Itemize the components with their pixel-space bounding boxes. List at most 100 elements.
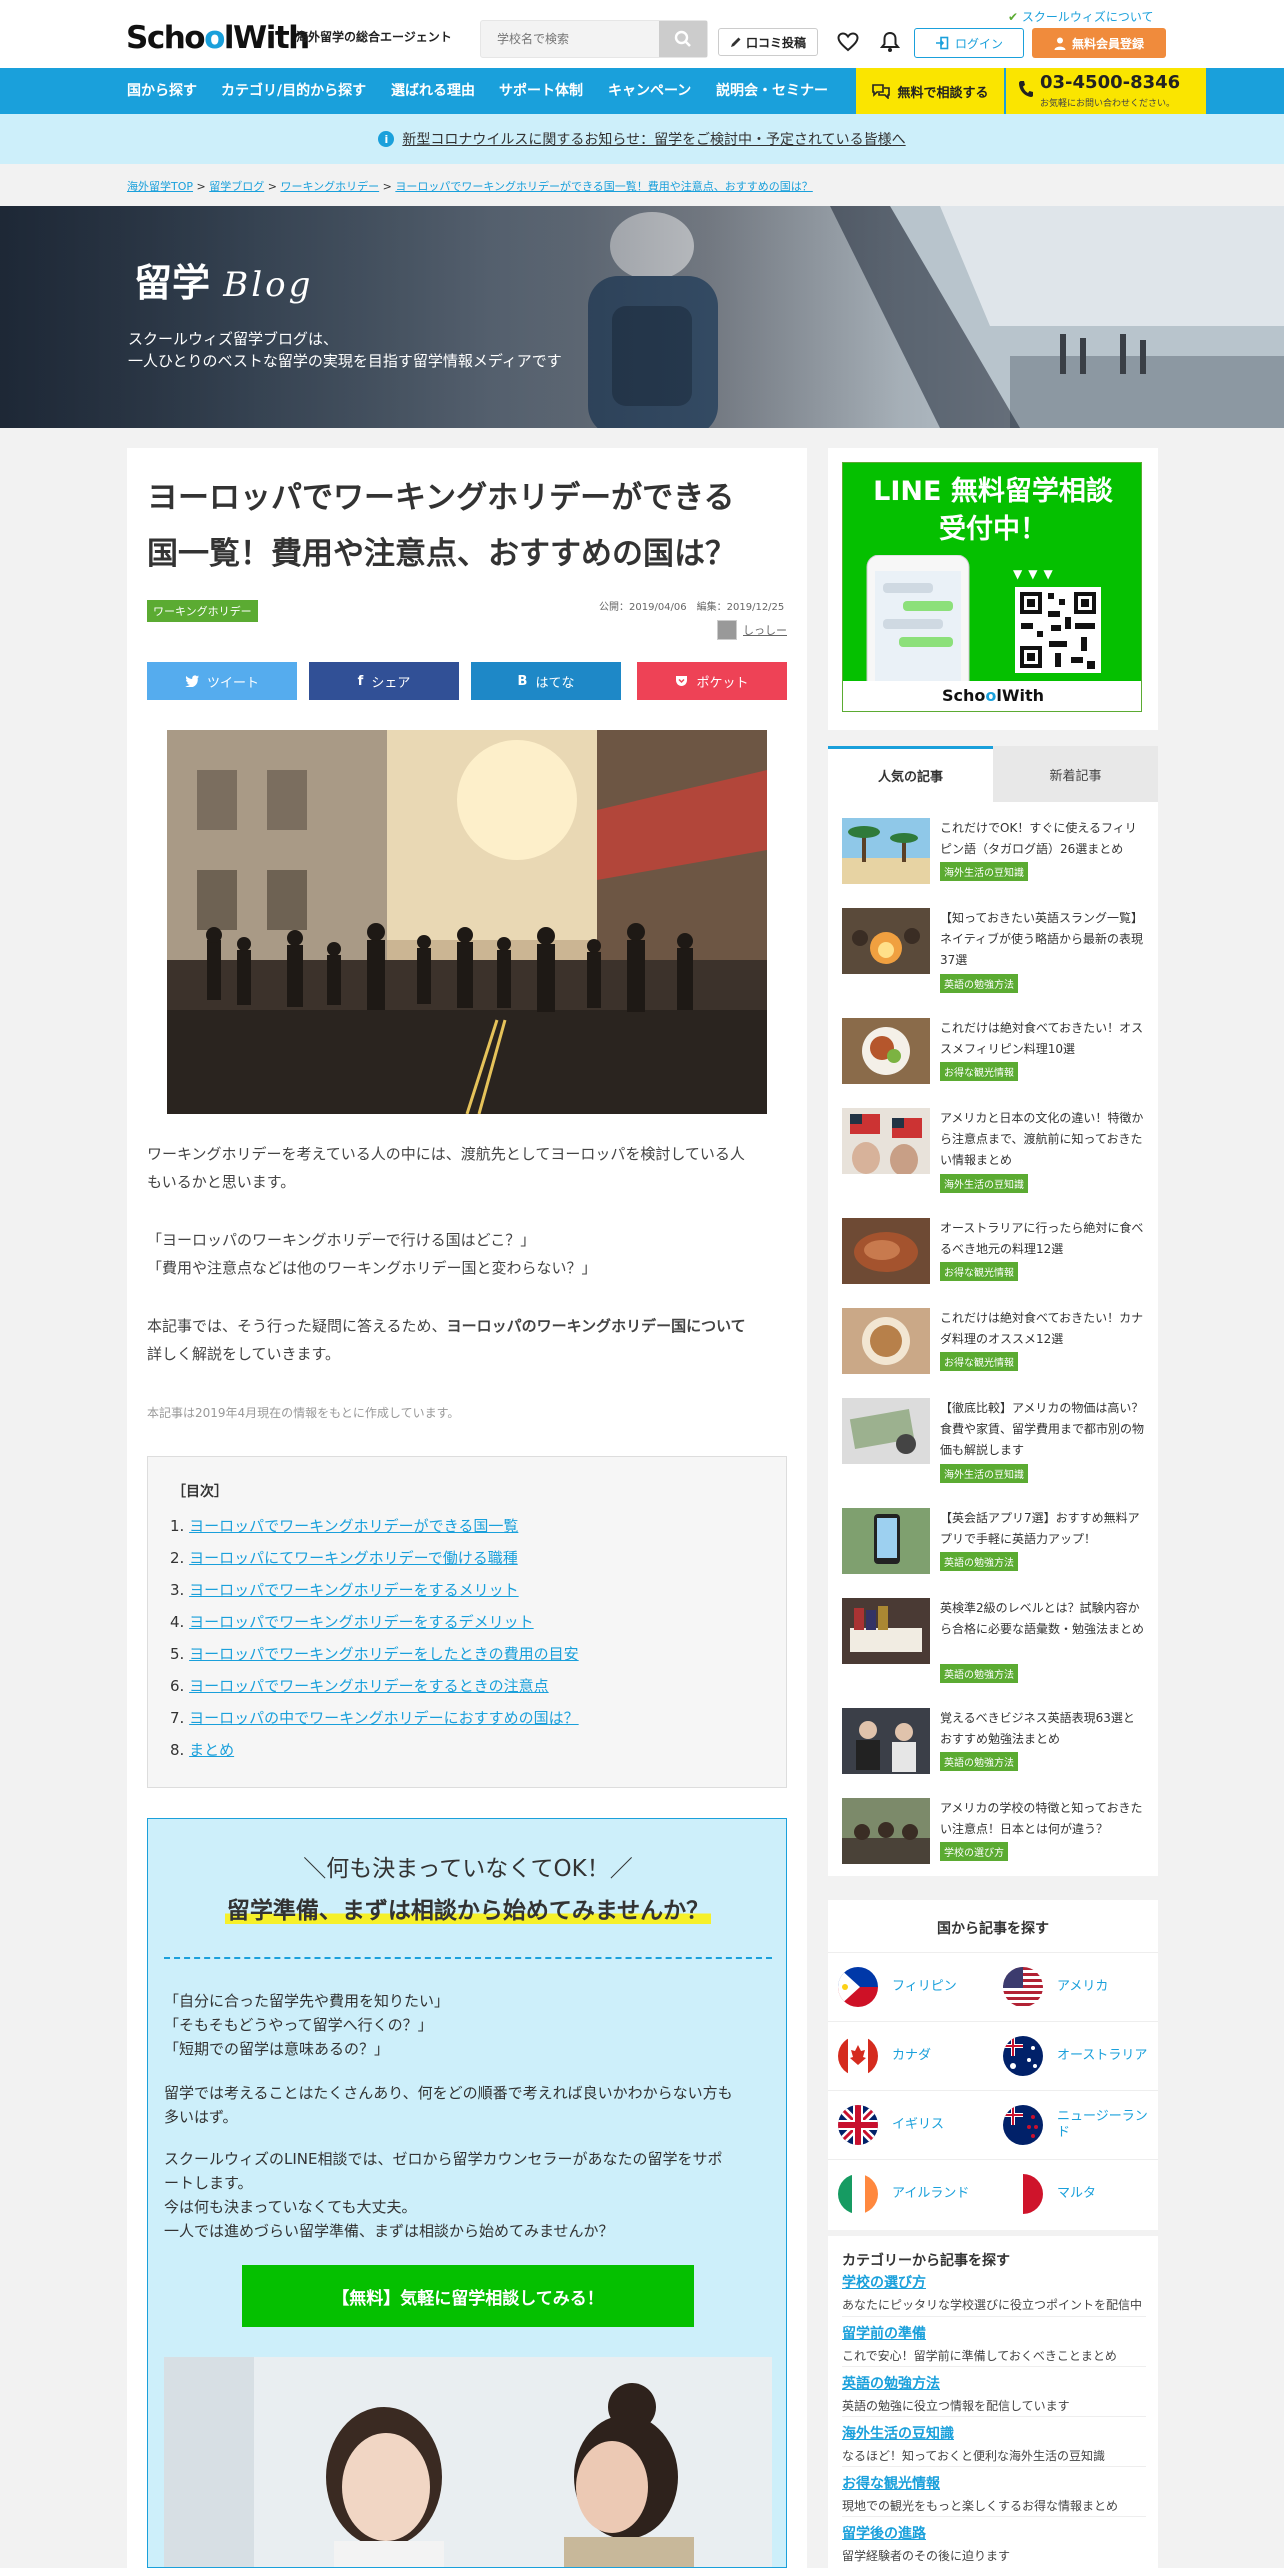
- login-icon: [935, 36, 949, 50]
- ranking-item[interactable]: 【英会話アプリ7選】おすすめ無料アプリで手軽に英語力アップ！ 英語の勉強方法: [842, 1508, 1146, 1586]
- school-search-input[interactable]: [481, 21, 661, 57]
- australia-flag-icon: [1003, 2035, 1043, 2076]
- breadcrumb-top[interactable]: 海外留学TOP: [127, 180, 193, 193]
- toc-item[interactable]: 8. まとめ: [170, 1739, 234, 1760]
- ranking-item[interactable]: 【知っておきたい英語スラング一覧】ネイティブが使う略語から最新の表現37選 英語…: [842, 908, 1146, 993]
- free-consult-button[interactable]: 【無料】気軽に留学相談してみる！: [242, 2265, 694, 2327]
- toc-item[interactable]: 4. ヨーロッパでワーキングホリデーをするデメリット: [170, 1611, 534, 1632]
- nav-item-reasons[interactable]: 選ばれる理由: [391, 68, 475, 114]
- country-philippines[interactable]: フィリピン: [828, 1952, 993, 2020]
- login-button[interactable]: ログイン: [914, 28, 1024, 58]
- nav-item-country[interactable]: 国から探す: [127, 68, 197, 114]
- ranking-item[interactable]: これだけは絶対食べておきたい！オススメフィリピン料理10選 お得な観光情報: [842, 1018, 1146, 1096]
- intro-summary: 本記事では、そう行った疑問に答えるため、ヨーロッパのワーキングホリデー国について…: [147, 1317, 746, 1363]
- country-canada[interactable]: カナダ: [828, 2021, 993, 2089]
- country-usa[interactable]: アメリカ: [993, 1952, 1158, 2020]
- register-button[interactable]: 無料会員登録: [1032, 28, 1166, 58]
- consult-button[interactable]: 無料で相談する: [856, 68, 1004, 114]
- search-button[interactable]: [659, 21, 707, 57]
- country-australia[interactable]: オーストラリア: [993, 2021, 1158, 2089]
- article-author[interactable]: しっしー: [717, 620, 787, 640]
- nav-item-category[interactable]: カテゴリ/目的から探す: [221, 68, 366, 114]
- phone-contact[interactable]: 03-4500-8346 お気軽にお問い合わせください。: [1006, 68, 1206, 114]
- country-new-zealand[interactable]: ニュージーランド: [993, 2090, 1158, 2158]
- category-item[interactable]: 学校の選び方 あなたにピッタリな学校選びに役立つポイントを配信中: [842, 2266, 1146, 2313]
- toc-item[interactable]: 7. ヨーロッパの中でワーキングホリデーにおすすめの国は？: [170, 1707, 579, 1728]
- search-icon: [674, 30, 691, 47]
- us-flag-people-thumbnail: [842, 1108, 930, 1174]
- counselor-image: [164, 2357, 772, 2567]
- phone-icon: [1019, 81, 1033, 97]
- toc-item[interactable]: 6. ヨーロッパでワーキングホリデーをするときの注意点: [170, 1675, 549, 1696]
- category-item[interactable]: 海外生活の豆知識 なるほど！知っておくと便利な海外生活の豆知識: [842, 2416, 1146, 2464]
- site-logo[interactable]: SchoolWith: [126, 20, 310, 56]
- business-meeting-thumbnail: [842, 1708, 930, 1774]
- pocket-share-button[interactable]: ポケット: [637, 662, 787, 700]
- toc-item[interactable]: 3. ヨーロッパでワーキングホリデーをするメリット: [170, 1579, 519, 1600]
- category-item[interactable]: お得な観光情報 現地での観光をもっと楽しくするお得な情報まとめ: [842, 2466, 1146, 2514]
- article-title: ヨーロッパでワーキングホリデーができる 国一覧！費用や注意点、おすすめの国は？: [147, 480, 736, 572]
- twitter-share-button[interactable]: ツイート: [147, 662, 297, 700]
- campfire-thumbnail: [842, 908, 930, 974]
- nav-item-campaign[interactable]: キャンペーン: [608, 68, 691, 114]
- ranking-item[interactable]: 覚えるべきビジネス英語表現63選とおすすめ勉強法まとめ 英語の勉強方法: [842, 1708, 1146, 1786]
- ranking-item[interactable]: オーストラリアに行ったら絶対に食べるべき地元の料理12選 お得な観光情報: [842, 1218, 1146, 1296]
- phone-number: 03-4500-8346: [1040, 72, 1181, 93]
- country-ireland[interactable]: アイルランド: [828, 2159, 993, 2227]
- check-icon: ✔: [1008, 10, 1022, 24]
- breadcrumb-blog[interactable]: 留学ブログ: [209, 180, 264, 193]
- category-item[interactable]: 英語の勉強方法 英語の勉強に役立つ情報を配信しています: [842, 2366, 1146, 2414]
- toc-item[interactable]: 5. ヨーロッパでワーキングホリデーをしたときの費用の目安: [170, 1643, 579, 1664]
- smartphone-thumbnail: [842, 1508, 930, 1574]
- steak-thumbnail: [842, 1218, 930, 1284]
- hatena-share-button[interactable]: B はてな: [471, 662, 621, 700]
- review-post-button[interactable]: 口コミ投稿: [718, 28, 818, 56]
- hatena-icon: B: [517, 673, 528, 689]
- tab-popular[interactable]: 人気の記事: [828, 746, 993, 802]
- article-dates: 公開：2019/04/06 編集：2019/12/25: [599, 602, 785, 613]
- about-link[interactable]: ✔ スクールウィズについて: [1008, 8, 1154, 25]
- favorite-button[interactable]: [836, 30, 860, 54]
- covid-notice-link[interactable]: 新型コロナウイルスに関するお知らせ：留学をご検討中・予定されている皆様へ: [402, 129, 905, 149]
- bell-icon: [880, 31, 900, 52]
- city-street-photo: [167, 730, 767, 1114]
- qr-code-icon: [1015, 587, 1101, 673]
- breadcrumb-category[interactable]: ワーキングホリデー: [280, 180, 379, 193]
- nav-item-support[interactable]: サポート体制: [499, 68, 583, 114]
- ranking-item[interactable]: 英検準2級のレベルとは？試験内容から合格に必要な語彙数・勉強法まとめ 英語の勉強…: [842, 1598, 1146, 1683]
- twitter-icon: [185, 675, 199, 687]
- toc-item[interactable]: 1. ヨーロッパでワーキングホリデーができる国一覧: [170, 1515, 518, 1536]
- line-consult-banner[interactable]: LINE 無料留学相談 受付中！ ▼▼▼ SchoolWith: [828, 448, 1158, 730]
- article-card: ヨーロッパでワーキングホリデーができる 国一覧！費用や注意点、おすすめの国は？ …: [127, 448, 807, 2568]
- article-ranking-panel: 人気の記事 新着記事 これだけでOK！すぐに使えるフィリピン語（タガログ語）26…: [828, 746, 1158, 1876]
- ranking-item[interactable]: 【徹底比較】アメリカの物価は高い？食費や家賃、留学費用まで都市別の物価も解説しま…: [842, 1398, 1146, 1483]
- tab-new[interactable]: 新着記事: [993, 746, 1158, 802]
- ranking-item[interactable]: これだけでOK！すぐに使えるフィリピン語（タガログ語）26選まとめ 海外生活の豆…: [842, 818, 1146, 896]
- counselor-photo: [164, 2357, 772, 2567]
- books-thumbnail: [842, 1598, 930, 1664]
- article-category-tag[interactable]: ワーキングホリデー: [147, 600, 258, 622]
- site-tagline: 海外留学の総合エージェント: [296, 30, 452, 44]
- breadcrumb-current[interactable]: ヨーロッパでワーキングホリデーができる国一覧！費用や注意点、おすすめの国は？: [395, 180, 812, 193]
- ranking-item[interactable]: アメリカと日本の文化の違い！特徴から注意点まで、渡航前に知っておきたい情報まとめ…: [842, 1108, 1146, 1193]
- ranking-item[interactable]: アメリカの学校の特徴と知っておきたい注意点！日本とは何が違う？ 学校の選び方: [842, 1798, 1146, 1876]
- facebook-share-button[interactable]: f シェア: [309, 662, 459, 700]
- line-banner-logo: SchoolWith: [843, 681, 1141, 711]
- category-item[interactable]: 留学後の進路 留学経験者のその後に迫ります: [842, 2516, 1146, 2564]
- cta-paragraph-1: 留学では考えることはたくさんあり、何をどの順番で考えれば良いかわからない方も 多…: [164, 2084, 733, 2126]
- uk-flag-icon: [838, 2104, 878, 2145]
- nav-item-seminar[interactable]: 説明会・セミナー: [716, 68, 828, 114]
- ranking-item[interactable]: これだけは絶対食べておきたい！カナダ料理のオススメ12選 お得な観光情報: [842, 1308, 1146, 1386]
- blog-hero-title: 留学 Blog: [134, 261, 314, 305]
- country-malta[interactable]: マルタ: [993, 2159, 1158, 2227]
- country-uk[interactable]: イギリス: [828, 2090, 993, 2158]
- notification-button[interactable]: [878, 30, 902, 54]
- beach-thumbnail: [842, 818, 930, 884]
- pocket-icon: [676, 676, 688, 686]
- cta-paragraph-2: スクールウィズのLINE相談では、ゼロから留学カウンセラーがあなたの留学をサポ …: [164, 2150, 723, 2240]
- breadcrumb: 海外留学TOP > 留学ブログ > ワーキングホリデー > ヨーロッパでワーキン…: [127, 180, 813, 193]
- toc-item[interactable]: 2. ヨーロッパにてワーキングホリデーで働ける職種: [170, 1547, 518, 1568]
- cta-divider: [164, 1957, 772, 1959]
- category-item[interactable]: 留学前の準備 これで安心！留学前に準備しておくべきことまとめ: [842, 2316, 1146, 2364]
- line-banner-inner: LINE 無料留学相談 受付中！ ▼▼▼ SchoolWith: [842, 462, 1142, 712]
